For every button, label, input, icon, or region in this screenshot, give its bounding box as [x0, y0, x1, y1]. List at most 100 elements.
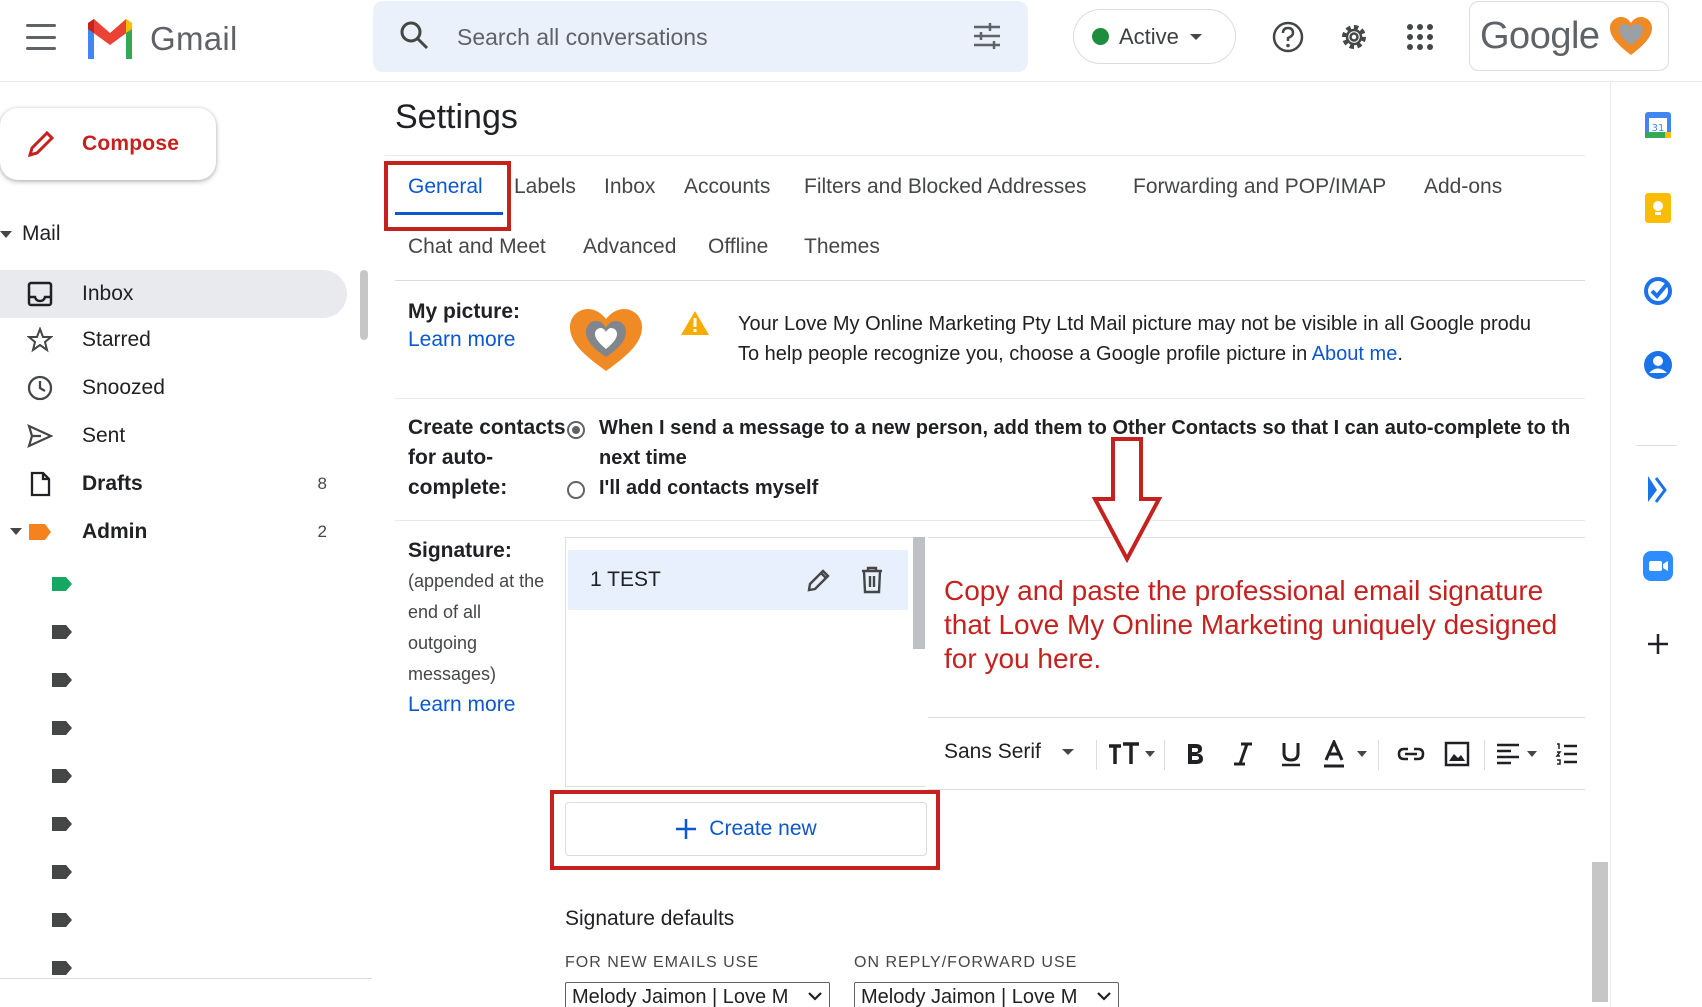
profile-picture-heart-icon[interactable]	[568, 307, 644, 373]
signature-description-line: messages)	[408, 664, 497, 684]
signature-name: 1 TEST	[590, 568, 661, 591]
insert-link-icon[interactable]	[1394, 736, 1428, 772]
tab-offline[interactable]: Offline	[708, 235, 768, 259]
annotation-down-arrow-icon	[1091, 437, 1163, 563]
contacts-icon[interactable]	[1641, 348, 1675, 382]
addon-icon[interactable]	[1641, 472, 1675, 506]
tab-advanced[interactable]: Advanced	[583, 235, 676, 259]
toolbar-separator	[1096, 740, 1097, 770]
app-name: Gmail	[150, 20, 238, 57]
settings-gear-icon[interactable]	[1334, 17, 1374, 57]
create-contacts-label-line: Create contacts	[408, 416, 566, 439]
status-label: Active	[1119, 23, 1179, 49]
my-picture-learn-more-link[interactable]: Learn more	[408, 328, 515, 352]
clock-icon	[26, 374, 54, 402]
tab-themes[interactable]: Themes	[804, 235, 880, 259]
status-selector[interactable]: Active	[1073, 9, 1236, 64]
draft-icon	[26, 470, 54, 498]
compose-button[interactable]: Compose	[0, 108, 216, 180]
gmail-logo[interactable]: Gmail	[84, 14, 238, 64]
main-menu-icon[interactable]	[26, 24, 56, 50]
inbox-icon	[26, 280, 54, 308]
nav-item-snoozed[interactable]: Snoozed	[0, 364, 347, 412]
auto-add-contacts-radio[interactable]	[567, 421, 585, 439]
nav-item-inbox[interactable]: Inbox	[0, 270, 347, 318]
title-divider	[385, 155, 1585, 156]
gmail-m-icon	[88, 19, 132, 59]
search-input[interactable]	[457, 19, 937, 55]
signature-list-item[interactable]: 1 TEST	[568, 550, 908, 610]
account-avatar-heart-icon	[1609, 17, 1652, 55]
align-icon[interactable]	[1494, 736, 1544, 772]
font-family-select[interactable]: Sans Serif	[944, 740, 1075, 764]
tab-accounts[interactable]: Accounts	[684, 175, 770, 199]
italic-icon[interactable]	[1228, 736, 1258, 772]
create-contacts-label: Create contacts for auto- complete:	[408, 413, 566, 503]
account-switcher[interactable]: Google	[1469, 1, 1669, 71]
tab-add-ons[interactable]: Add-ons	[1424, 175, 1502, 199]
manual-contacts-radio[interactable]	[567, 481, 585, 499]
bold-icon[interactable]	[1180, 736, 1210, 772]
nav-scrollbar[interactable]	[360, 270, 368, 340]
insert-image-icon[interactable]	[1442, 736, 1472, 772]
tab-labels[interactable]: Labels	[514, 175, 576, 199]
label-tag-icon[interactable]	[50, 671, 74, 689]
help-icon[interactable]	[1268, 17, 1308, 57]
label-tag-icon[interactable]	[50, 815, 74, 833]
label-tag-icon[interactable]	[50, 623, 74, 641]
signature-list: 1 TEST	[565, 537, 925, 787]
star-icon	[26, 326, 54, 354]
tab-filters-and-blocked-addresses[interactable]: Filters and Blocked Addresses	[804, 175, 1086, 199]
expand-caret-icon[interactable]	[10, 528, 22, 535]
tab-forwarding-and-pop-imap[interactable]: Forwarding and POP/IMAP	[1133, 175, 1386, 199]
about-me-link[interactable]: About me	[1312, 343, 1398, 365]
top-bar: Gmail Active Google	[0, 0, 1702, 82]
formatting-toolbar: Sans Serif	[928, 717, 1585, 790]
search-icon[interactable]	[399, 20, 429, 55]
nav-item-starred[interactable]: Starred	[0, 316, 347, 364]
label-tag-icon[interactable]	[50, 719, 74, 737]
numbered-list-icon[interactable]	[1552, 736, 1582, 772]
zoom-icon[interactable]	[1641, 549, 1675, 583]
underline-icon[interactable]	[1276, 736, 1306, 772]
manual-contacts-option[interactable]: I'll add contacts myself	[599, 473, 818, 503]
new-emails-signature-select[interactable]: Melody Jaimon | Love M	[565, 982, 830, 1007]
nav-label: Starred	[82, 328, 151, 351]
text-color-icon[interactable]	[1322, 736, 1374, 772]
tab-inbox[interactable]: Inbox	[604, 175, 655, 199]
reply-forward-signature-value: Melody Jaimon | Love M	[861, 985, 1078, 1007]
label-tag-icon[interactable]	[50, 959, 74, 977]
page-title: Settings	[395, 98, 518, 136]
label-tag-icon[interactable]	[50, 575, 74, 593]
tabs-divider	[395, 280, 1585, 281]
apps-grid-icon[interactable]	[1400, 17, 1440, 57]
signature-editor-text[interactable]: Copy and paste the professional email si…	[944, 574, 1584, 676]
new-emails-signature-value: Melody Jaimon | Love M	[572, 985, 789, 1007]
nav-item-sent[interactable]: Sent	[0, 412, 347, 460]
new-emails-caption: FOR NEW EMAILS USE	[565, 954, 760, 971]
calendar-icon[interactable]: 31	[1641, 108, 1675, 142]
edit-pencil-icon[interactable]	[806, 567, 832, 598]
signature-description-line: outgoing	[408, 633, 478, 653]
status-dot-icon	[1092, 28, 1109, 45]
mail-section-header[interactable]: Mail	[0, 222, 61, 246]
signature-learn-more-link[interactable]: Learn more	[408, 693, 515, 717]
label-tag-icon[interactable]	[50, 911, 74, 929]
label-tag-icon[interactable]	[50, 767, 74, 785]
signature-list-scrollbar[interactable]	[913, 537, 925, 649]
delete-trash-icon[interactable]	[860, 566, 884, 599]
search-options-icon[interactable]	[972, 21, 1002, 56]
chevron-down-icon	[1097, 992, 1111, 1001]
tab-chat-and-meet[interactable]: Chat and Meet	[408, 235, 546, 259]
main-scrollbar[interactable]	[1592, 862, 1608, 1002]
tasks-icon[interactable]	[1641, 274, 1675, 308]
label-tag-icon[interactable]	[50, 863, 74, 881]
nav-item-admin[interactable]: Admin 2	[0, 508, 347, 556]
keep-notes-icon[interactable]	[1641, 191, 1675, 225]
nav-item-drafts[interactable]: Drafts 8	[0, 460, 347, 508]
create-new-signature-button[interactable]: Create new	[565, 802, 927, 856]
add-addon-plus-icon[interactable]	[1641, 627, 1675, 661]
reply-forward-signature-select[interactable]: Melody Jaimon | Love M	[854, 982, 1119, 1007]
chevron-down-icon	[1189, 33, 1202, 40]
font-size-icon[interactable]	[1106, 736, 1158, 772]
